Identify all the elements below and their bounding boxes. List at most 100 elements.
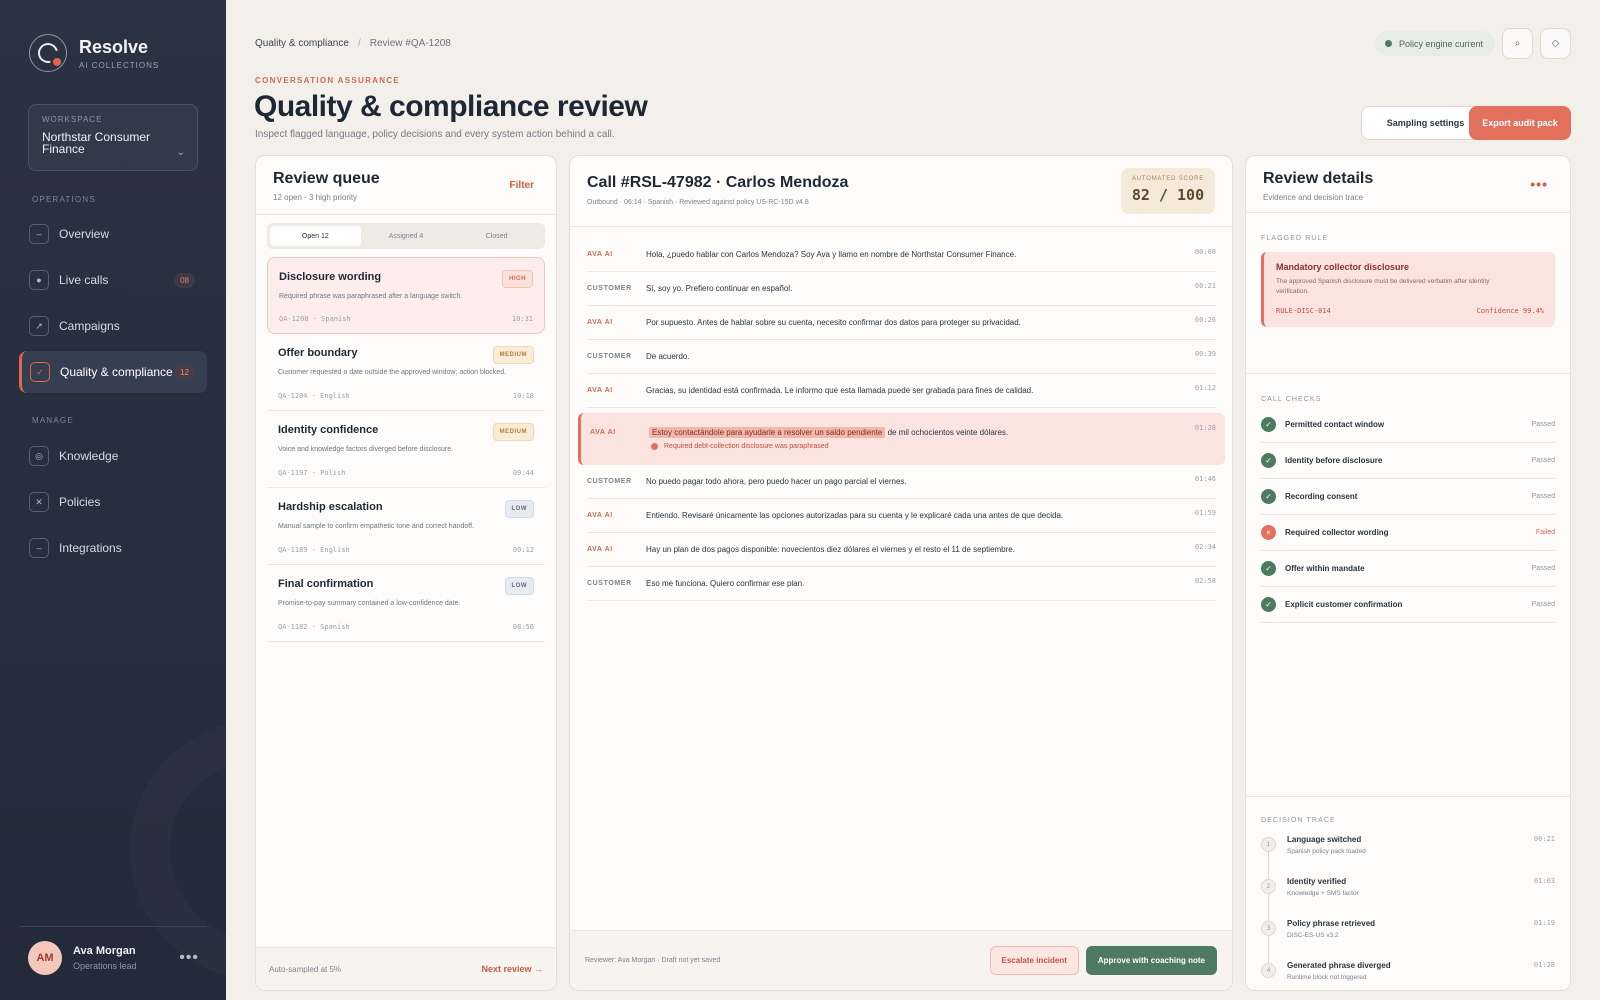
transcript-line[interactable]: CUSTOMER Eso me funciona. Quiero confirm…	[587, 567, 1216, 601]
queue-item-title: Disclosure wording	[279, 271, 382, 283]
sidebar-item-quality-compliance[interactable]: ✓ Quality & compliance 12	[19, 351, 207, 393]
queue-item[interactable]: Hardship escalation LOW Manual sample to…	[267, 488, 545, 565]
tab-assigned[interactable]: Assigned 4	[361, 226, 452, 246]
utterance-text: Gracias, su identidad está confirmada. L…	[646, 386, 1034, 395]
workspace-label: WORKSPACE	[42, 115, 103, 124]
check-pass-icon: ✓	[1261, 597, 1276, 612]
transcript-line[interactable]: AVA AI Gracias, su identidad está confir…	[587, 374, 1216, 408]
queue-item[interactable]: Final confirmation LOW Promise-to-pay su…	[267, 565, 545, 642]
sidebar-item-live-calls[interactable]: ● Live calls 08	[19, 259, 207, 301]
check-row[interactable]: ✓ Recording consent Passed	[1261, 479, 1555, 515]
check-icon: ✓	[30, 362, 50, 382]
check-pass-icon: ✓	[1261, 417, 1276, 432]
divider	[1246, 373, 1570, 374]
check-row[interactable]: ✓ Offer within mandate Passed	[1261, 551, 1555, 587]
queue-tabs: Open 12 Assigned 4 Closed	[267, 223, 545, 249]
speaker-label: CUSTOMER	[587, 478, 632, 485]
check-status: Passed	[1531, 421, 1555, 428]
sidebar-item-integrations[interactable]: – Integrations	[19, 527, 207, 569]
sidebar-item-label: Campaigns	[59, 319, 120, 333]
tab-closed[interactable]: Closed	[451, 226, 542, 246]
transcript-line[interactable]: CUSTOMER De acuerdo. 00:39	[587, 340, 1216, 374]
check-status: Passed	[1531, 565, 1555, 572]
check-status: Passed	[1531, 493, 1555, 500]
queue-item-meta: QA-1182 · Spanish	[278, 623, 350, 631]
check-label: Required collector wording	[1285, 528, 1389, 537]
trace-step[interactable]: 3 Policy phrase retrieved DISC-ES-US v3.…	[1261, 919, 1555, 963]
review-queue-panel: Review queue 12 open · 3 high priority F…	[255, 155, 557, 991]
transcript-line[interactable]: AVA AI Hay un plan de dos pagos disponib…	[587, 533, 1216, 567]
next-review-link[interactable]: Next review →	[481, 964, 543, 974]
decision-trace: DECISION TRACE 1 Language switched Spani…	[1246, 796, 1570, 990]
page-title: Quality & compliance review	[254, 90, 648, 123]
transcript-line[interactable]: CUSTOMER Sí, soy yo. Prefiero continuar …	[587, 272, 1216, 306]
speaker-label: CUSTOMER	[587, 580, 632, 587]
more-icon[interactable]: •••	[179, 949, 199, 967]
check-label: Identity before disclosure	[1285, 456, 1383, 465]
sidebar-item-policies[interactable]: ✕ Policies	[19, 481, 207, 523]
timestamp: 00:39	[1194, 350, 1216, 358]
timestamp: 01:28	[1533, 961, 1555, 969]
timestamp: 01:19	[1533, 919, 1555, 927]
workspace-selector[interactable]: WORKSPACE Northstar Consumer Finance ⌄	[28, 104, 198, 171]
escalate-incident-button[interactable]: Escalate incident	[989, 946, 1079, 975]
trace-step[interactable]: 4 Generated phrase diverged Runtime bloc…	[1261, 961, 1555, 990]
sidebar-item-campaigns[interactable]: ↗ Campaigns	[19, 305, 207, 347]
check-label: Recording consent	[1285, 492, 1358, 501]
transcript-line[interactable]: AVA AI Por supuesto. Antes de hablar sob…	[587, 306, 1216, 340]
queue-item-time: 10:31	[511, 315, 533, 323]
priority-badge: HIGH	[502, 270, 533, 288]
transcript-line[interactable]: AVA AI Hola, ¿puedo hablar con Carlos Me…	[587, 238, 1216, 272]
speaker-label: AVA AI	[587, 319, 613, 326]
queue-item-meta: QA-1204 · English	[278, 392, 350, 400]
check-status: Passed	[1531, 457, 1555, 464]
check-fail-icon: ×	[1261, 525, 1276, 540]
trace-subtitle: Runtime block not triggered	[1287, 974, 1367, 981]
queue-item[interactable]: Offer boundary MEDIUM Customer requested…	[267, 334, 545, 411]
panel-subtitle: 12 open · 3 high priority	[273, 193, 358, 202]
priority-badge: MEDIUM	[492, 346, 534, 364]
trace-title: Policy phrase retrieved	[1287, 919, 1376, 928]
check-row[interactable]: ✓ Identity before disclosure Passed	[1261, 443, 1555, 479]
tab-open[interactable]: Open 12	[270, 226, 361, 246]
trace-step[interactable]: 1 Language switched Spanish policy pack …	[1261, 835, 1555, 879]
user-profile[interactable]: AM Ava Morgan Operations lead •••	[20, 926, 207, 975]
speaker-label: AVA AI	[587, 251, 613, 258]
integrations-icon: –	[29, 538, 49, 558]
settings-button[interactable]: ◇	[1540, 28, 1571, 59]
transcript-line[interactable]: CUSTOMER No puedo pagar todo ahora, pero…	[587, 465, 1216, 499]
transcript-line[interactable]: AVA AI Entiendo. Revisaré únicamente las…	[587, 499, 1216, 533]
priority-badge: LOW	[504, 577, 534, 595]
flagged-transcript-line[interactable]: AVA AI Estoy contactándole para ayudarle…	[578, 413, 1225, 465]
status-dot-icon	[1385, 40, 1392, 47]
speaker-label: AVA AI	[587, 387, 613, 394]
check-row[interactable]: ✓ Permitted contact window Passed	[1261, 407, 1555, 443]
breadcrumb-link[interactable]: Quality & compliance	[255, 38, 349, 49]
flagged-rule-card[interactable]: Mandatory collector disclosure The appro…	[1261, 252, 1555, 327]
brand[interactable]: Resolve AI COLLECTIONS	[29, 34, 159, 72]
priority-badge: MEDIUM	[492, 423, 534, 441]
campaigns-icon: ↗	[29, 316, 49, 336]
check-row[interactable]: ✓ Explicit customer confirmation Passed	[1261, 587, 1555, 623]
brand-subtitle: AI COLLECTIONS	[79, 60, 160, 70]
speaker-label: AVA AI	[587, 512, 613, 519]
step-number: 4	[1261, 963, 1276, 978]
flagged-phrase-highlight[interactable]: Estoy contactándole para ayudarle a reso…	[649, 427, 886, 438]
step-number: 2	[1261, 879, 1276, 894]
more-icon[interactable]: •••	[1530, 176, 1548, 192]
export-audit-pack-button[interactable]: Export audit pack	[1469, 106, 1571, 140]
count-badge: 08	[174, 272, 195, 288]
filter-button[interactable]: Filter	[510, 180, 534, 191]
queue-item[interactable]: Identity confidence MEDIUM Voice and kno…	[267, 411, 545, 488]
search-button[interactable]: ⌕	[1502, 28, 1533, 59]
auto-sample-note: Auto-sampled at 5%	[269, 964, 342, 974]
sidebar-item-overview[interactable]: – Overview	[19, 213, 207, 255]
step-number: 3	[1261, 921, 1276, 936]
queue-item[interactable]: Disclosure wording HIGH Required phrase …	[267, 257, 545, 334]
reviewer-note: Reviewer: Ava Morgan · Draft not yet sav…	[585, 957, 721, 964]
check-row[interactable]: × Required collector wording Failed	[1261, 515, 1555, 551]
sidebar-item-knowledge[interactable]: ◎ Knowledge	[19, 435, 207, 477]
rule-description: The approved Spanish disclosure must be …	[1276, 278, 1490, 295]
trace-step[interactable]: 2 Identity verified Knowledge + SMS fact…	[1261, 877, 1555, 921]
approve-button[interactable]: Approve with coaching note	[1085, 946, 1217, 975]
